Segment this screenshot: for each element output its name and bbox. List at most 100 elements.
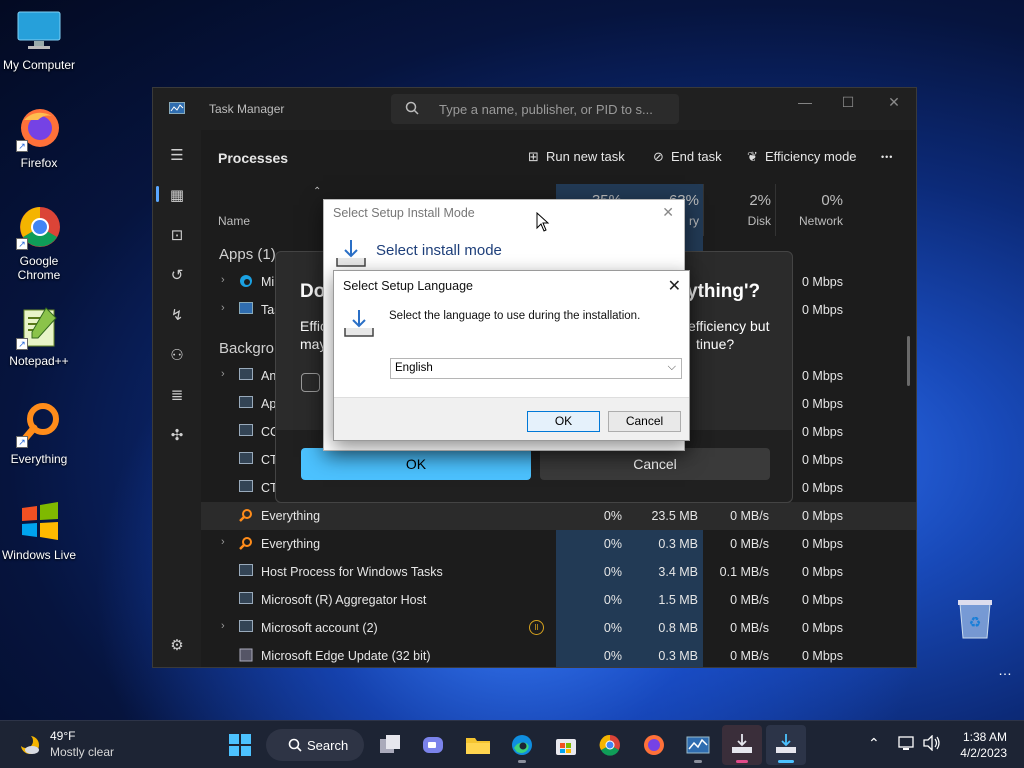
language-select[interactable]: English ⌵ — [390, 358, 682, 379]
process-name: Mi — [261, 275, 275, 289]
network-value: 0 Mbps — [802, 509, 843, 523]
process-name: An — [261, 369, 277, 383]
more-options-button[interactable]: ••• — [881, 152, 893, 162]
desktop-icon-my-computer[interactable]: My Computer — [0, 8, 78, 72]
app-history-tab-icon[interactable]: ↺ — [167, 266, 187, 286]
desktop-icon-chrome[interactable]: ↗ Google Chrome — [0, 204, 78, 282]
language-ok-button[interactable]: OK — [527, 411, 600, 432]
chrome-taskbar-icon[interactable] — [598, 733, 622, 757]
process-name: Everything — [261, 509, 321, 523]
desktop-icon-everything[interactable]: ↗ Everything — [0, 402, 78, 466]
table-row[interactable]: Everything 0% 23.5 MB 0 MB/s 0 Mbps — [201, 502, 916, 530]
language-cancel-button[interactable]: Cancel — [608, 411, 681, 432]
disk-column-header[interactable]: 2% Disk — [703, 184, 775, 236]
search-box[interactable]: Type a name, publisher, or PID to s... — [391, 94, 679, 124]
efficiency-dialog-title-start: Do — [300, 281, 326, 302]
weather-widget[interactable]: 49°F Mostly clear — [16, 729, 126, 763]
recycle-bin-icon[interactable]: ♻ — [954, 596, 996, 642]
clock-time[interactable]: 1:38 AM — [957, 730, 1007, 744]
table-row[interactable]: Microsoft (R) Aggregator Host 0% 1.5 MB … — [201, 586, 916, 614]
minimize-button[interactable]: — — [790, 94, 820, 114]
navigation-sidebar: ☰ ▦ ⊡ ↺ ↯ ⚇ ≣ ✣ ⚙ — [153, 130, 201, 667]
run-new-task-button[interactable]: ⊞ Run new task — [528, 149, 625, 165]
performance-tab-icon[interactable]: ⊡ — [167, 226, 187, 246]
expand-chevron-icon[interactable]: › — [221, 302, 225, 314]
edge-update-icon — [239, 648, 253, 662]
cpu-value: 0% — [603, 593, 622, 607]
desktop-icon-firefox[interactable]: ↗ Firefox — [0, 106, 78, 170]
users-tab-icon[interactable]: ⚇ — [167, 346, 187, 366]
install-mode-close-button[interactable]: ✕ — [662, 204, 674, 221]
table-row[interactable]: › Microsoft account (2) II 0% 0.8 MB 0 M… — [201, 614, 916, 642]
network-value: 0 Mbps — [802, 593, 843, 607]
table-row[interactable]: Host Process for Windows Tasks 0% 3.4 MB… — [201, 558, 916, 586]
vertical-scrollbar[interactable] — [907, 336, 910, 386]
network-value: 0 Mbps — [802, 453, 843, 467]
desktop-icon-notepadpp[interactable]: ↗ Notepad++ — [0, 304, 78, 368]
more-indicator[interactable]: … — [998, 662, 1012, 678]
process-name: Everything — [261, 537, 321, 551]
process-window-icon — [239, 480, 253, 494]
startup-apps-tab-icon[interactable]: ↯ — [167, 306, 187, 326]
file-explorer-icon[interactable] — [465, 733, 490, 757]
search-icon — [405, 101, 419, 118]
maximize-button[interactable]: ☐ — [833, 94, 863, 114]
end-task-button[interactable]: ⊘ End task — [653, 149, 722, 165]
expand-chevron-icon[interactable]: › — [221, 274, 225, 286]
weather-temperature: 49°F — [50, 729, 76, 743]
microsoft-store-icon[interactable] — [554, 733, 578, 757]
details-tab-icon[interactable]: ≣ — [167, 386, 187, 406]
task-manager-taskbar-icon[interactable] — [686, 733, 710, 763]
desktop-icon-label: Everything — [10, 452, 68, 466]
task-manager-titlebar[interactable]: Task Manager Type a name, publisher, or … — [153, 88, 916, 130]
efficiency-ok-button[interactable]: OK — [301, 448, 531, 480]
table-row[interactable]: Microsoft Edge Update (32 bit) 0% 0.3 MB… — [201, 642, 916, 667]
efficiency-cancel-button[interactable]: Cancel — [540, 448, 770, 480]
desktop-icon-windows-live[interactable]: Windows Live — [0, 498, 78, 562]
process-window-icon — [239, 564, 253, 578]
search-label: Search — [307, 738, 349, 753]
process-window-icon — [239, 620, 253, 634]
setup-install-icon — [776, 734, 796, 753]
dont-ask-again-checkbox[interactable] — [301, 373, 320, 392]
edge-browser-icon[interactable] — [510, 733, 534, 763]
settings-gear-icon[interactable]: ⚙ — [167, 636, 187, 656]
network-column-header[interactable]: 0% Network — [775, 184, 847, 236]
expand-chevron-icon[interactable]: › — [221, 536, 225, 548]
network-value: 0 Mbps — [802, 275, 843, 289]
expand-chevron-icon[interactable]: › — [221, 368, 225, 380]
setup-language-dialog[interactable]: Select Setup Language ✕ Select the langu… — [333, 270, 690, 441]
start-button[interactable] — [228, 733, 252, 757]
volume-icon[interactable] — [922, 734, 942, 754]
network-icon[interactable] — [898, 735, 916, 754]
everything-process-icon — [239, 508, 253, 522]
run-task-icon: ⊞ — [528, 149, 539, 164]
setup-taskbar-button-active[interactable] — [722, 725, 762, 765]
setup-taskbar-button[interactable] — [766, 725, 806, 765]
efficiency-mode-button[interactable]: ❦ Efficiency mode — [747, 149, 857, 165]
disk-value: 0 MB/s — [730, 593, 769, 607]
close-button[interactable]: ✕ — [879, 94, 909, 114]
firefox-taskbar-icon[interactable] — [642, 733, 666, 757]
disk-value: 0.1 MB/s — [719, 565, 769, 579]
task-view-icon[interactable] — [378, 733, 402, 757]
clock-date[interactable]: 4/2/2023 — [951, 746, 1007, 760]
task-manager-app-icon — [169, 102, 185, 114]
teams-chat-icon[interactable] — [421, 733, 445, 757]
shortcut-arrow-icon: ↗ — [16, 140, 28, 152]
process-name: Microsoft (R) Aggregator Host — [261, 593, 427, 607]
search-placeholder: Type a name, publisher, or PID to s... — [439, 102, 653, 117]
chevron-up-icon[interactable]: ⌃ — [868, 735, 880, 752]
process-window-icon — [239, 424, 253, 438]
services-tab-icon[interactable]: ✣ — [167, 426, 187, 446]
expand-chevron-icon[interactable]: › — [221, 620, 225, 632]
table-row[interactable]: › Everything 0% 0.3 MB 0 MB/s 0 Mbps — [201, 530, 916, 558]
network-percent: 0% — [821, 192, 843, 209]
taskbar-search-button[interactable]: Search — [266, 729, 364, 761]
language-dialog-close-button[interactable]: ✕ — [668, 276, 681, 296]
processes-tab-icon[interactable]: ▦ — [167, 186, 187, 206]
process-name: Host Process for Windows Tasks — [261, 565, 443, 579]
hamburger-menu-icon[interactable]: ☰ — [167, 146, 187, 166]
desktop-icon-label: Windows Live — [1, 548, 77, 562]
network-value: 0 Mbps — [802, 481, 843, 495]
